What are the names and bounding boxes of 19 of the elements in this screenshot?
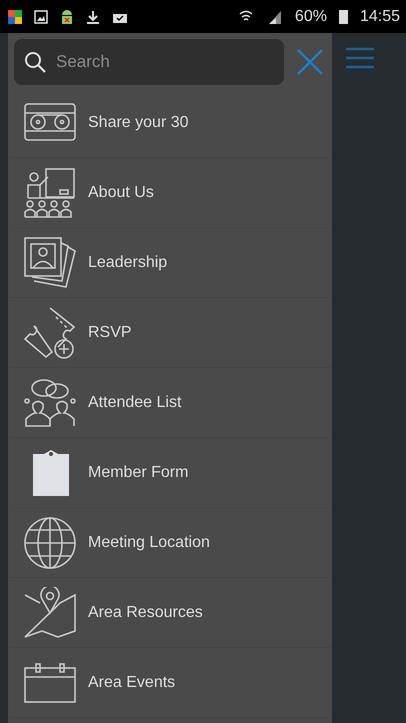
cassette-icon bbox=[24, 102, 76, 142]
image-icon bbox=[34, 10, 48, 24]
map-pin-icon bbox=[24, 586, 76, 638]
menu-button[interactable] bbox=[346, 47, 374, 69]
globe-icon bbox=[24, 516, 76, 568]
calendar-icon bbox=[24, 662, 76, 702]
classroom-icon bbox=[24, 168, 76, 218]
search-field[interactable]: Search bbox=[14, 39, 284, 85]
search-icon bbox=[24, 51, 46, 73]
battery-percent: 60% bbox=[294, 8, 327, 26]
battery-icon bbox=[338, 9, 348, 24]
download-icon bbox=[86, 10, 100, 24]
clock-time: 14:55 bbox=[360, 8, 400, 26]
app-icon bbox=[8, 10, 22, 24]
wifi-signal-icon bbox=[238, 8, 283, 24]
people-chat-icon bbox=[24, 378, 76, 426]
photos-icon bbox=[24, 236, 76, 288]
menu-icon bbox=[346, 47, 374, 69]
close-icon bbox=[297, 49, 323, 75]
